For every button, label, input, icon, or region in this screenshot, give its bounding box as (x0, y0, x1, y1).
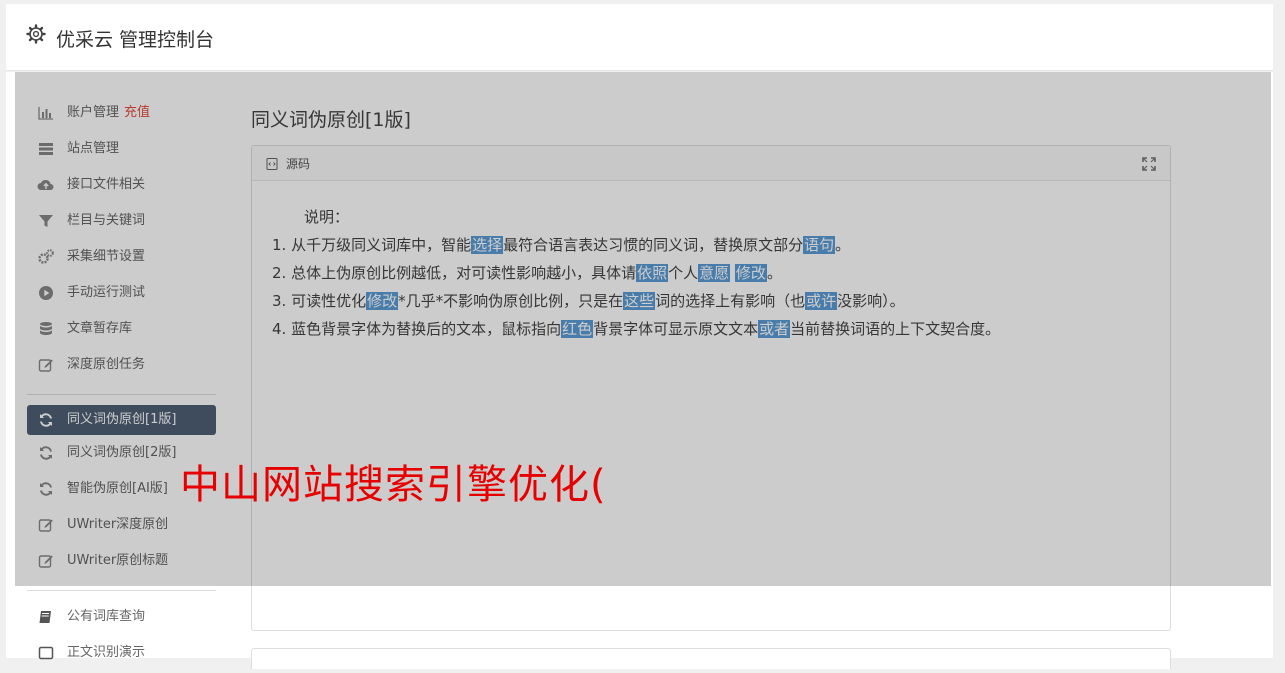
app-title: 优采云 管理控制台 (56, 29, 215, 51)
play-circle-icon (39, 286, 53, 300)
edit-icon (38, 555, 53, 568)
sidebar-item-interface-files[interactable]: 接口文件相关 (27, 169, 216, 205)
sidebar-item-label: UWriter深度原创 (67, 517, 169, 532)
sidebar-item-label: 同义词伪原创[2版] (67, 445, 177, 460)
panel-header: 源码 (252, 146, 1170, 181)
sidebar-item-label: 站点管理 (67, 141, 120, 156)
sidebar-item-label: 手动运行测试 (67, 285, 146, 300)
sidebar-item-label: 文章暂存库 (67, 321, 133, 336)
source-label: 源码 (286, 157, 311, 171)
database-icon (40, 322, 52, 335)
sidebar-item-synonym-v1[interactable]: 同义词伪原创[1版] (27, 405, 216, 435)
main-panel: 同义词伪原创[1版] 源码 说明： 1. 从千万级同义词库中，智能选择最符合语言… (251, 105, 1171, 631)
page-title: 同义词伪原创[1版] (251, 109, 411, 131)
sidebar-item-label: 栏目与关键词 (67, 213, 146, 228)
sidebar-item-collect-settings[interactable]: 采集细节设置 (27, 241, 216, 277)
sidebar-item-uwriter-title[interactable]: UWriter原创标题 (27, 545, 216, 581)
sidebar-item-article-store[interactable]: 文章暂存库 (27, 313, 216, 349)
sidebar-item-label: UWriter原创标题 (67, 553, 169, 568)
filter-icon (39, 215, 53, 227)
square-icon (38, 646, 54, 660)
top-bar: 优采云 管理控制台 (6, 4, 1273, 71)
source-panel: 源码 说明： 1. 从千万级同义词库中，智能选择最符合语言表达习惯的同义词，替换… (251, 145, 1171, 631)
bar-chart-icon (38, 107, 53, 120)
sidebar-item-label: 采集细节设置 (67, 249, 146, 264)
sidebar-divider (27, 394, 216, 395)
sidebar-item-account[interactable]: 账户管理 充值 (27, 97, 216, 133)
sidebar-item-label: 接口文件相关 (67, 177, 146, 192)
refresh-icon (40, 413, 52, 427)
source-editor[interactable]: 说明： 1. 从千万级同义词库中，智能选择最符合语言表达习惯的同义词，替换原文部… (252, 181, 1170, 343)
book-icon (39, 611, 51, 623)
result-panel (251, 648, 1171, 669)
refresh-icon (40, 482, 52, 496)
instruction-line: 1. 从千万级同义词库中，智能选择最符合语言表达习惯的同义词，替换原文部分语句。 (272, 236, 851, 254)
sidebar: 账户管理 充值 站点管理 接口文件相关 栏目与关键词 采集细节设置 手动运行测试 … (27, 97, 216, 673)
sidebar-item-uwriter-deep[interactable]: UWriter深度原创 (27, 509, 216, 545)
sidebar-item-label: 正文识别演示 (67, 645, 146, 660)
watermark-text: 中山网站搜索引擎优化( (180, 462, 607, 508)
sidebar-item-label: 同义词伪原创[1版] (67, 412, 177, 427)
sidebar-item-label: 公有词库查询 (67, 609, 146, 624)
expand-icon[interactable] (1142, 157, 1156, 171)
edit-icon (38, 519, 53, 532)
sidebar-item-deep-original-task[interactable]: 深度原创任务 (27, 349, 216, 385)
code-file-icon (266, 158, 278, 170)
sidebar-item-label: 账户管理 (67, 105, 120, 120)
instruction-line: 4. 蓝色背景字体为替换后的文本，鼠标指向红色背景字体可显示原文文本或者当前替换… (272, 320, 1001, 338)
recharge-link[interactable]: 充值 (124, 105, 150, 120)
gear-icon (26, 24, 46, 44)
content-area: 账户管理 充值 站点管理 接口文件相关 栏目与关键词 采集细节设置 手动运行测试 … (6, 72, 1273, 669)
sidebar-item-body-recognition[interactable]: 正文识别演示 (27, 637, 216, 673)
sidebar-item-public-dictionary[interactable]: 公有词库查询 (27, 601, 216, 637)
sidebar-item-columns-keywords[interactable]: 栏目与关键词 (27, 205, 216, 241)
intro-text: 说明： (304, 208, 350, 226)
scrollbar[interactable] (1273, 0, 1285, 658)
refresh-icon (40, 446, 52, 460)
sidebar-item-label: 深度原创任务 (67, 357, 146, 372)
sidebar-item-sites[interactable]: 站点管理 (27, 133, 216, 169)
sidebar-item-label: 智能伪原创[AI版] (67, 481, 168, 496)
gears-icon (38, 249, 54, 264)
instruction-line: 2. 总体上伪原创比例越低，对可读性影响越小，具体请依照个人意愿 修改。 (272, 264, 782, 282)
sidebar-item-manual-run[interactable]: 手动运行测试 (27, 277, 216, 313)
server-icon (39, 143, 53, 155)
sidebar-divider (27, 590, 216, 591)
instruction-line: 3. 可读性优化修改*几乎*不影响伪原创比例，只是在这些词的选择上有影响（也或许… (272, 292, 905, 310)
cloud-upload-icon (37, 179, 54, 190)
edit-icon (38, 359, 53, 372)
